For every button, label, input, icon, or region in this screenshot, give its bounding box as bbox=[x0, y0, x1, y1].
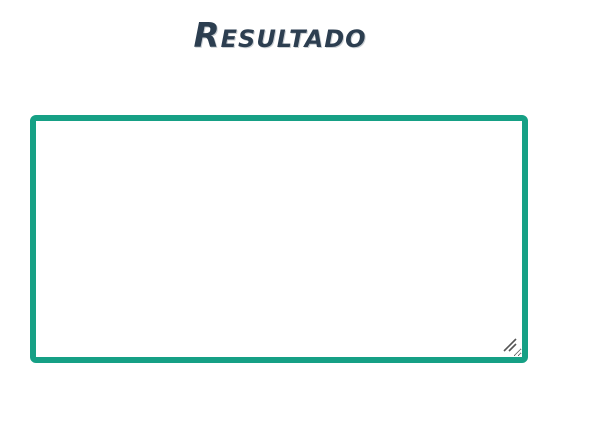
page-title: Resultado bbox=[193, 16, 367, 56]
result-textarea[interactable] bbox=[30, 115, 528, 363]
